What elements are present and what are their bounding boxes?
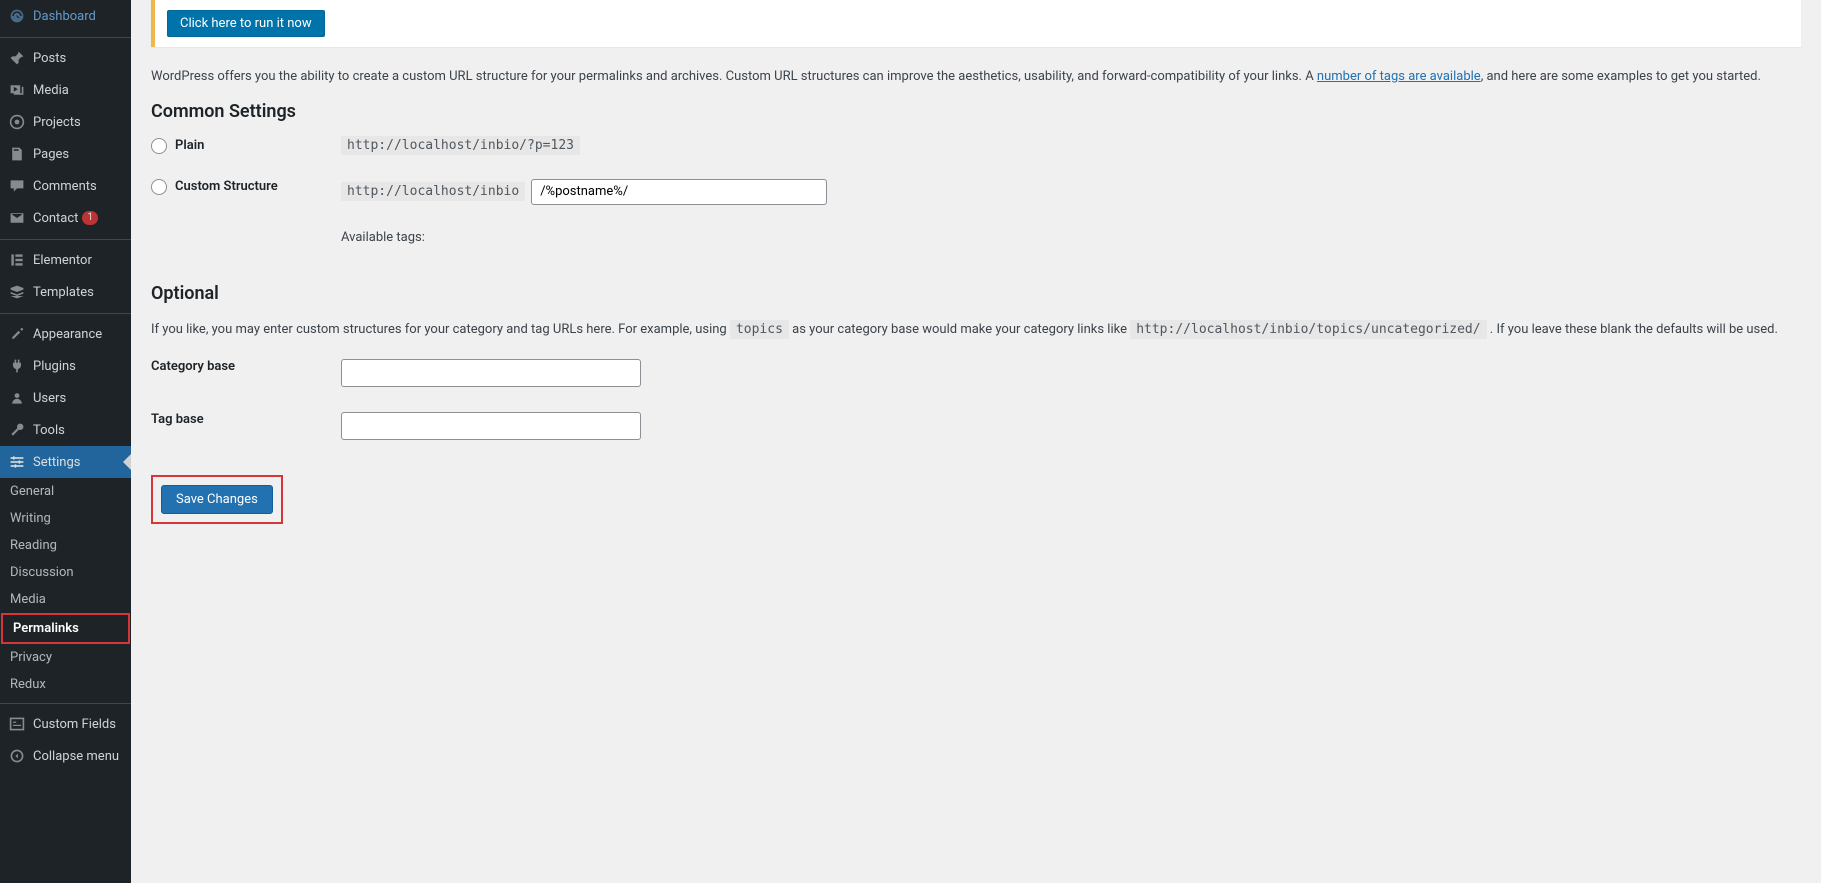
sidebar-item-label: Settings: [33, 455, 80, 470]
sidebar-item-label: Templates: [33, 285, 94, 300]
sidebar-item-plugins[interactable]: Plugins: [0, 350, 131, 382]
save-changes-button[interactable]: Save Changes: [161, 485, 273, 514]
available-tags-section: Available tags:: [341, 230, 1801, 253]
custom-structure-input[interactable]: [531, 179, 827, 205]
elementor-icon: [8, 251, 26, 269]
sidebar-item-pages[interactable]: Pages: [0, 138, 131, 170]
sidebar-item-label: Appearance: [33, 327, 102, 342]
sidebar-item-label: Pages: [33, 147, 69, 162]
sidebar-item-posts[interactable]: Posts: [0, 42, 131, 74]
sidebar-item-label: Tools: [33, 423, 65, 438]
opt-code-2: http://localhost/inbio/topics/uncategori…: [1130, 320, 1486, 339]
submenu-item-privacy[interactable]: Privacy: [0, 644, 131, 671]
custom-prefix: http://localhost/inbio: [341, 182, 525, 201]
category-base-label: Category base: [151, 359, 235, 374]
collapse-icon: [8, 747, 26, 765]
save-highlight-box: Save Changes: [151, 475, 283, 524]
sidebar-item-templates[interactable]: Templates: [0, 276, 131, 308]
sidebar-badge: 1: [82, 211, 98, 225]
sidebar-item-collapse-menu[interactable]: Collapse menu: [0, 740, 131, 772]
intro-text: WordPress offers you the ability to crea…: [151, 67, 1801, 87]
sidebar-item-label: Contact: [33, 211, 78, 226]
sidebar-item-label: Plugins: [33, 359, 76, 374]
tag-base-input[interactable]: [341, 412, 641, 440]
sidebar-item-media[interactable]: Media: [0, 74, 131, 106]
sidebar-item-label: Users: [33, 391, 66, 406]
submenu-item-permalinks[interactable]: Permalinks: [1, 613, 130, 644]
optional-heading: Optional: [151, 283, 1801, 304]
option-label: Plain: [175, 138, 204, 153]
media-icon: [8, 81, 26, 99]
available-tags-label: Available tags:: [341, 230, 1801, 245]
dashboard-icon: [8, 7, 26, 25]
sidebar-item-tools[interactable]: Tools: [0, 414, 131, 446]
sidebar-item-label: Dashboard: [33, 9, 96, 24]
submenu-item-media[interactable]: Media: [0, 586, 131, 613]
contact-icon: [8, 209, 26, 227]
custom-structure-label: Custom Structure: [175, 179, 278, 194]
intro-post: , and here are some examples to get you …: [1481, 69, 1761, 84]
category-base-row: Category base: [151, 359, 1801, 387]
sidebar-item-label: Comments: [33, 179, 97, 194]
plugins-icon: [8, 357, 26, 375]
users-icon: [8, 389, 26, 407]
sidebar-item-label: Projects: [33, 115, 81, 130]
main-content: Click here to run it now WordPress offer…: [131, 0, 1821, 883]
submenu-item-writing[interactable]: Writing: [0, 505, 131, 532]
submenu-item-reading[interactable]: Reading: [0, 532, 131, 559]
tags-available-link[interactable]: number of tags are available: [1317, 69, 1481, 84]
submenu-item-redux[interactable]: Redux: [0, 671, 131, 698]
sidebar-item-label: Posts: [33, 51, 66, 66]
radio-custom-structure[interactable]: [151, 179, 167, 195]
custom-structure-row: Custom Structure http://localhost/inbio: [151, 179, 1801, 205]
opt-pre: If you like, you may enter custom struct…: [151, 322, 730, 337]
sidebar-item-comments[interactable]: Comments: [0, 170, 131, 202]
pages-icon: [8, 145, 26, 163]
sidebar-item-dashboard[interactable]: Dashboard: [0, 0, 131, 32]
admin-sidebar: Dashboard Posts Media Projects Pages Comments…: [0, 0, 131, 883]
sidebar-item-settings[interactable]: Settings: [0, 446, 131, 478]
sidebar-item-label: Custom Fields: [33, 717, 116, 732]
radio-plain[interactable]: [151, 138, 167, 154]
settings-icon: [8, 453, 26, 471]
sidebar-item-custom-fields[interactable]: Custom Fields: [0, 708, 131, 740]
opt-mid: as your category base would make your ca…: [789, 322, 1130, 337]
sidebar-item-users[interactable]: Users: [0, 382, 131, 414]
tools-icon: [8, 421, 26, 439]
templates-icon: [8, 283, 26, 301]
pin-icon: [8, 49, 26, 67]
notice-banner: Click here to run it now: [151, 0, 1801, 47]
opt-code-1: topics: [730, 320, 789, 339]
intro-pre: WordPress offers you the ability to crea…: [151, 69, 1317, 84]
category-base-input[interactable]: [341, 359, 641, 387]
projects-icon: [8, 113, 26, 131]
submenu-item-discussion[interactable]: Discussion: [0, 559, 131, 586]
customfields-icon: [8, 715, 26, 733]
common-settings-heading: Common Settings: [151, 101, 1801, 122]
tag-base-row: Tag base: [151, 412, 1801, 440]
submenu-item-general[interactable]: General: [0, 478, 131, 505]
sidebar-item-contact[interactable]: Contact 1: [0, 202, 131, 234]
sidebar-item-appearance[interactable]: Appearance: [0, 318, 131, 350]
opt-post: . If you leave these blank the defaults …: [1487, 322, 1778, 337]
sidebar-item-label: Collapse menu: [33, 749, 119, 764]
sidebar-item-elementor[interactable]: Elementor: [0, 244, 131, 276]
sidebar-item-label: Media: [33, 83, 69, 98]
comments-icon: [8, 177, 26, 195]
optional-description: If you like, you may enter custom struct…: [151, 320, 1801, 340]
run-now-button[interactable]: Click here to run it now: [167, 10, 325, 37]
sidebar-item-label: Elementor: [33, 253, 92, 268]
appearance-icon: [8, 325, 26, 343]
option-example: http://localhost/inbio/?p=123: [341, 136, 580, 155]
permalink-option-row: Plain http://localhost/inbio/?p=123: [151, 138, 1801, 154]
tag-base-label: Tag base: [151, 412, 204, 427]
sidebar-item-projects[interactable]: Projects: [0, 106, 131, 138]
